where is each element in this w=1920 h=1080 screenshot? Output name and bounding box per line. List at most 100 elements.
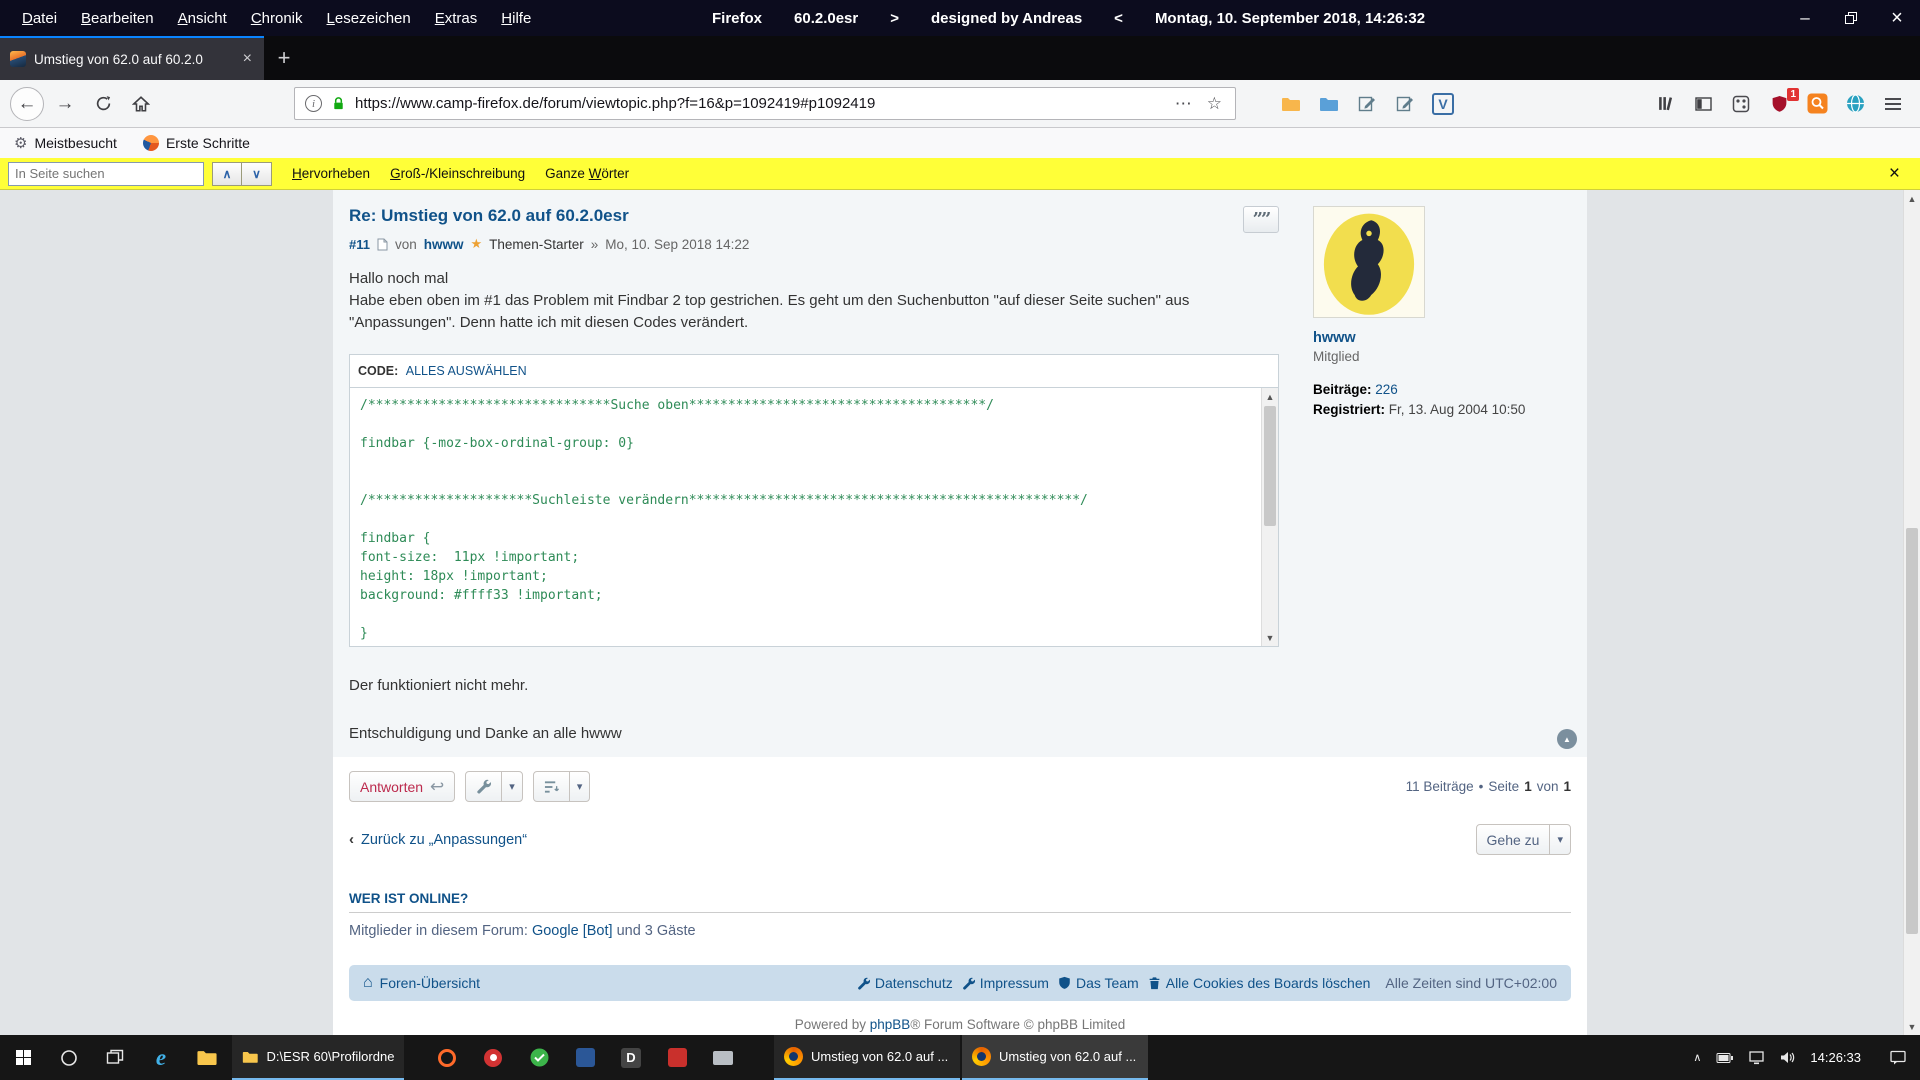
menu-extras[interactable]: Extras [423, 10, 490, 27]
magnifier-icon [1807, 93, 1828, 114]
post-title[interactable]: Re: Umstieg von 62.0 auf 60.2.0esr [349, 206, 1279, 226]
yellow-folder-icon[interactable] [1274, 87, 1308, 121]
url-text[interactable]: https://www.camp-firefox.de/forum/viewto… [355, 95, 1163, 112]
firefox-window2-button[interactable]: Umstieg von 62.0 auf ... [962, 1035, 1148, 1080]
bookmark-star-icon[interactable]: ☆ [1204, 94, 1225, 114]
find-close-button[interactable]: × [1889, 163, 1912, 185]
reload-button[interactable] [86, 87, 120, 121]
dice-extension-icon[interactable] [1724, 87, 1758, 121]
posts-count-link[interactable]: 226 [1375, 382, 1398, 397]
scroll-to-top-button[interactable]: ▲ [1557, 729, 1577, 749]
file-explorer-icon[interactable] [184, 1035, 230, 1080]
violentmonkey-extension-icon[interactable]: V [1426, 87, 1460, 121]
menu-button[interactable] [1876, 87, 1910, 121]
restore-button[interactable] [1828, 0, 1874, 36]
page-actions-icon[interactable]: ⋯ [1172, 94, 1195, 114]
start-button[interactable] [0, 1035, 46, 1080]
who-is-online-heading: WER IST ONLINE? [349, 891, 1571, 906]
edge-browser-icon[interactable]: e [138, 1035, 184, 1080]
scroll-up-icon[interactable]: ▲ [1904, 190, 1920, 207]
scrollbar-thumb[interactable] [1906, 528, 1918, 934]
tab-title: Umstieg von 62.0 auf 60.2.0 [34, 52, 233, 67]
profile-username-link[interactable]: hwww [1313, 330, 1525, 346]
action-center-icon[interactable] [1890, 1050, 1906, 1065]
bookmark-erste-schritte[interactable]: Erste Schritte [143, 135, 250, 151]
task-view-button[interactable] [92, 1035, 138, 1080]
toggle-accel: W [589, 166, 602, 181]
battery-icon[interactable] [1716, 1053, 1734, 1063]
tab-close-icon[interactable]: × [241, 50, 254, 68]
minimize-button[interactable]: – [1782, 0, 1828, 36]
phpbb-link[interactable]: phpBB [870, 1017, 911, 1032]
reply-button[interactable]: Antworten↩ [349, 771, 455, 802]
speaker-icon[interactable] [1780, 1051, 1795, 1064]
back-button[interactable]: ← [10, 87, 44, 121]
code-scrollbar[interactable]: ▲ ▼ [1261, 388, 1278, 646]
find-highlight-toggle[interactable]: Hervorheben [292, 166, 370, 181]
red-square-app-icon[interactable] [654, 1035, 700, 1080]
code-select-all-link[interactable]: ALLES AUSWÄHLEN [406, 364, 527, 378]
code-scrollbar-thumb[interactable] [1264, 406, 1276, 526]
caret-down-icon: ▾ [1557, 833, 1563, 846]
cortana-button[interactable] [46, 1035, 92, 1080]
network-icon[interactable] [1749, 1051, 1765, 1065]
code-scroll-down-icon[interactable]: ▼ [1262, 629, 1278, 646]
post-number-link[interactable]: #11 [349, 237, 370, 252]
green-check-app-icon[interactable] [516, 1035, 562, 1080]
orange-ring-app-icon[interactable] [424, 1035, 470, 1080]
red-circle-app-icon[interactable] [470, 1035, 516, 1080]
ublock-shield-icon[interactable]: 1 [1762, 87, 1796, 121]
find-whole-words-toggle[interactable]: Ganze Wörter [545, 166, 629, 181]
close-window-button[interactable]: × [1874, 0, 1920, 36]
dark-blue-app-icon[interactable] [562, 1035, 608, 1080]
tray-expand-icon[interactable]: ∧ [1693, 1051, 1701, 1064]
blue-folder-icon[interactable] [1312, 87, 1346, 121]
delete-cookies-link[interactable]: Alle Cookies des Boards löschen [1148, 975, 1371, 991]
new-tab-button[interactable]: + [264, 36, 304, 80]
jump-to-button[interactable]: Gehe zu ▾ [1476, 824, 1571, 855]
library-button[interactable] [1648, 87, 1682, 121]
topic-tools-button[interactable]: ▾ [465, 771, 523, 802]
menu-datei[interactable]: Datei [10, 10, 69, 27]
code-scroll-up-icon[interactable]: ▲ [1262, 388, 1278, 405]
post-author-link[interactable]: hwww [424, 237, 464, 252]
url-bar[interactable]: i https://www.camp-firefox.de/forum/view… [294, 87, 1236, 120]
compose-note2-icon[interactable] [1388, 87, 1422, 121]
page-scrollbar[interactable]: ▲ ▼ [1903, 190, 1920, 1035]
imprint-link[interactable]: Impressum [962, 975, 1049, 991]
menu-bearbeiten[interactable]: Bearbeiten [69, 10, 166, 27]
sort-display-button[interactable]: ▾ [533, 771, 591, 802]
compose-note-icon[interactable] [1350, 87, 1384, 121]
tab-active[interactable]: Umstieg von 62.0 auf 60.2.0 × [0, 36, 264, 80]
find-next-button[interactable]: ∨ [242, 162, 272, 186]
menu-chronik[interactable]: Chronik [239, 10, 315, 27]
google-bot-link[interactable]: Google [Bot] [532, 923, 613, 939]
explorer-window-button[interactable]: D:\ESR 60\Profilordne... [232, 1035, 404, 1080]
find-previous-button[interactable]: ∧ [212, 162, 242, 186]
privacy-link[interactable]: Datenschutz [857, 975, 953, 991]
scroll-down-icon[interactable]: ▼ [1904, 1018, 1920, 1035]
avatar[interactable] [1313, 206, 1425, 318]
team-link[interactable]: Das Team [1058, 975, 1139, 991]
clock[interactable]: 14:26:33 [1810, 1050, 1861, 1065]
menu-hilfe[interactable]: Hilfe [489, 10, 543, 27]
home-button[interactable] [124, 87, 158, 121]
board-index-link[interactable]: ⌂ Foren-Übersicht [363, 974, 480, 992]
find-input[interactable] [8, 162, 204, 186]
code-content[interactable]: /*******************************Suche ob… [350, 388, 1261, 646]
firefox-window1-button[interactable]: Umstieg von 62.0 auf ... [774, 1035, 960, 1080]
letter-d-app-icon[interactable]: D [608, 1035, 654, 1080]
menu-lesezeichen[interactable]: Lesezeichen [315, 10, 423, 27]
back-to-forum-link[interactable]: ‹ Zurück zu „Anpassungen“ [349, 831, 527, 848]
sidebar-toggle-button[interactable] [1686, 87, 1720, 121]
padlock-icon[interactable] [331, 95, 346, 112]
forward-button[interactable]: → [48, 87, 82, 121]
bookmark-meistbesucht[interactable]: ⚙ Meistbesucht [14, 134, 117, 152]
globe-extension-icon[interactable] [1838, 87, 1872, 121]
menu-ansicht[interactable]: Ansicht [166, 10, 239, 27]
page-info-icon[interactable]: i [305, 95, 322, 112]
quote-button[interactable]: ”” [1243, 206, 1279, 233]
find-match-case-toggle[interactable]: Groß-/Kleinschreibung [390, 166, 525, 181]
screenshot-extension-icon[interactable] [1800, 87, 1834, 121]
gray-drive-app-icon[interactable] [700, 1035, 746, 1080]
